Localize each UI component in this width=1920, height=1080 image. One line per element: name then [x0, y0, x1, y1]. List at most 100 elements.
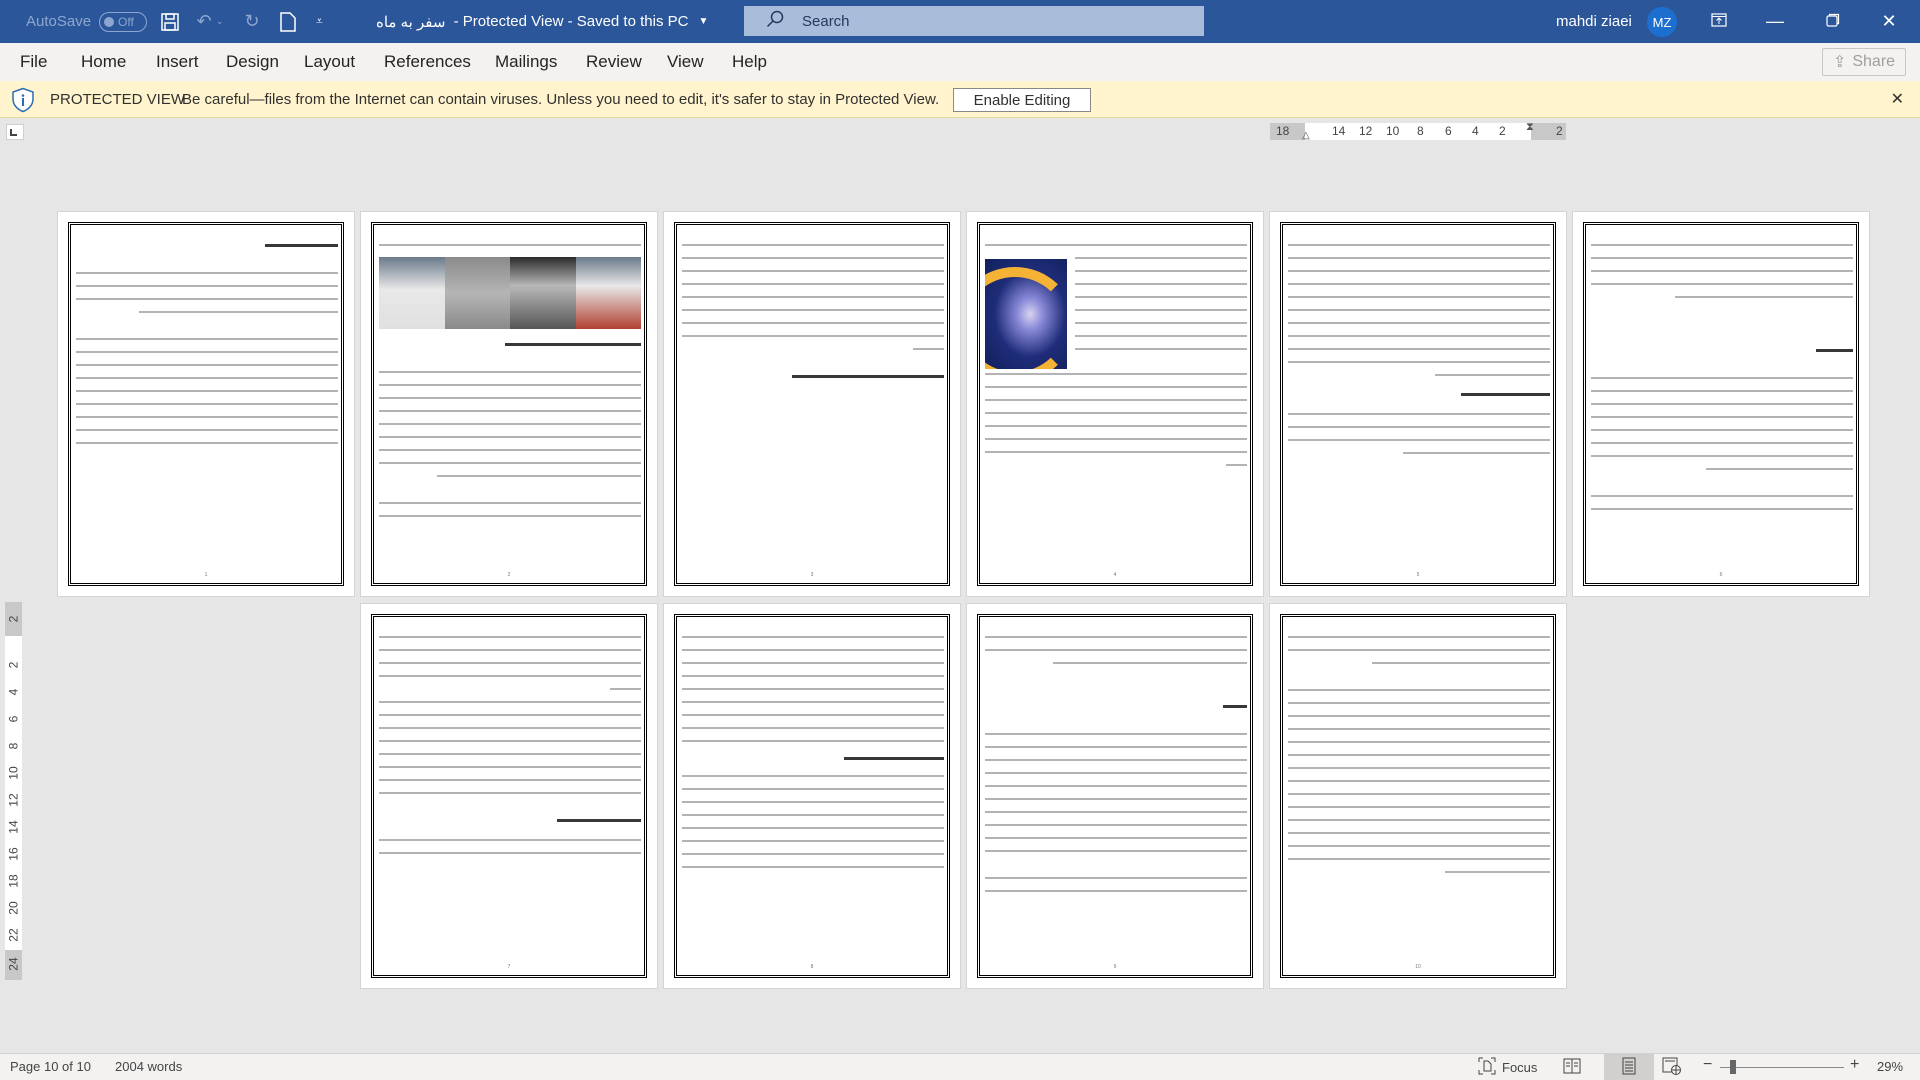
page-content: [985, 632, 1247, 958]
share-icon: ⇪: [1832, 54, 1847, 71]
print-layout-button[interactable]: [1604, 1054, 1654, 1080]
share-button[interactable]: ⇪ Share: [1822, 48, 1906, 76]
close-button[interactable]: ✕: [1866, 0, 1912, 43]
customize-dropdown-icon: ⩡: [316, 14, 323, 28]
page-content: [1288, 632, 1550, 958]
redo-icon: ↻: [244, 11, 260, 31]
section-heading: [557, 819, 641, 822]
undo-button[interactable]: ↶ ⌄: [192, 0, 224, 43]
tab-home[interactable]: Home: [81, 43, 126, 81]
section-heading: [1816, 349, 1853, 352]
page-9[interactable]: 9: [967, 604, 1263, 988]
ruler-tick: 12: [1359, 124, 1373, 138]
web-layout-button[interactable]: [1662, 1057, 1682, 1078]
page-content: [1288, 240, 1550, 566]
undo-icon: ↶: [196, 11, 212, 31]
left-indent-marker[interactable]: △: [1302, 130, 1310, 141]
user-name[interactable]: mahdi ziaei: [1556, 0, 1632, 43]
section-heading: [792, 375, 944, 378]
ruler-tick: 18: [1276, 124, 1290, 138]
word-count[interactable]: 2004 words: [115, 1059, 182, 1074]
document-canvas[interactable]: 1 2 3 4 5 6 7 8 9 10: [0, 145, 1920, 1050]
tab-design[interactable]: Design: [226, 43, 279, 81]
section-heading: [1223, 705, 1247, 708]
print-layout-icon: [1622, 1057, 1636, 1078]
zoom-out-button[interactable]: −: [1703, 1056, 1712, 1074]
redo-button[interactable]: ↻: [240, 0, 264, 43]
protected-view-message: Be careful—files from the Internet can c…: [182, 90, 940, 108]
page-5[interactable]: 5: [1270, 212, 1566, 596]
section-heading: [1460, 393, 1550, 396]
new-document-button[interactable]: [276, 0, 300, 43]
page-1[interactable]: 1: [58, 212, 354, 596]
apollo-photos-image: [379, 257, 641, 329]
new-document-icon: [276, 10, 300, 34]
zoom-in-button[interactable]: +: [1850, 1056, 1859, 1074]
save-icon: [158, 10, 182, 34]
zoom-slider[interactable]: [1720, 1067, 1844, 1068]
page-content: [1591, 240, 1853, 566]
document-status: - Protected View - Saved to this PC: [449, 13, 689, 30]
page-2[interactable]: 2: [361, 212, 657, 596]
section-heading: [844, 757, 944, 760]
focus-button[interactable]: Focus: [1478, 1057, 1537, 1078]
ruler-tick: 2: [1556, 124, 1563, 138]
page-8[interactable]: 8: [664, 604, 960, 988]
status-bar: Page 10 of 10 2004 words Focus − + 29%: [0, 1053, 1920, 1080]
tab-layout[interactable]: Layout: [304, 43, 355, 81]
focus-label: Focus: [1502, 1060, 1538, 1075]
customize-quick-access-button[interactable]: ⩡: [316, 0, 323, 43]
protected-view-title: PROTECTED VIEW: [50, 90, 186, 108]
title-dropdown-icon[interactable]: ▼: [698, 16, 708, 27]
page-6[interactable]: 6: [1573, 212, 1869, 596]
ruler-tick: 8: [1417, 124, 1424, 138]
protected-view-bar: PROTECTED VIEW Be careful—files from the…: [0, 81, 1920, 118]
restore-icon: [1826, 11, 1840, 32]
page-content: [379, 240, 641, 566]
ruler-tick: 2: [1499, 124, 1506, 138]
search-icon: [766, 10, 784, 32]
share-label: Share: [1852, 53, 1896, 70]
tab-help[interactable]: Help: [732, 43, 767, 81]
page-content: [76, 240, 338, 566]
page-indicator[interactable]: Page 10 of 10: [10, 1059, 91, 1074]
page-7[interactable]: 7: [361, 604, 657, 988]
page-number: 10: [1415, 964, 1421, 970]
horizontal-ruler[interactable]: 18 14 12 10 8 6 4 2 2 △ ⧗: [1270, 121, 1566, 141]
page-3[interactable]: 3: [664, 212, 960, 596]
avatar[interactable]: MZ: [1647, 7, 1677, 37]
save-button[interactable]: [158, 0, 182, 43]
close-bar-icon[interactable]: ✕: [1891, 89, 1904, 109]
tab-references[interactable]: References: [384, 43, 471, 81]
tab-file[interactable]: File: [20, 43, 47, 81]
autosave-control[interactable]: AutoSave Off: [26, 0, 148, 43]
page-4[interactable]: 4: [967, 212, 1263, 596]
restore-button[interactable]: [1810, 0, 1856, 43]
page-number: 9: [1113, 964, 1117, 970]
zoom-slider-thumb[interactable]: [1730, 1060, 1736, 1074]
ribbon-tabs: File Home Insert Design Layout Reference…: [0, 43, 1920, 81]
zoom-level[interactable]: 29%: [1877, 1059, 1903, 1074]
ribbon-display-options-button[interactable]: [1696, 0, 1742, 43]
tab-insert[interactable]: Insert: [156, 43, 199, 81]
tab-review[interactable]: Review: [586, 43, 642, 81]
right-indent-marker[interactable]: ⧗: [1526, 121, 1534, 134]
tab-mailings[interactable]: Mailings: [495, 43, 557, 81]
page-number: 2: [507, 572, 511, 578]
autosave-toggle[interactable]: Off: [99, 11, 148, 32]
enable-editing-button[interactable]: Enable Editing: [953, 88, 1091, 112]
document-name: سفر به ماه: [376, 13, 446, 31]
ruler-tick: 10: [1386, 124, 1400, 138]
search-box[interactable]: Search: [744, 6, 1204, 36]
close-icon: ✕: [1881, 11, 1897, 31]
tab-view[interactable]: View: [667, 43, 704, 81]
page-number: 5: [1416, 572, 1420, 578]
read-mode-button[interactable]: [1563, 1057, 1581, 1078]
title-bar: AutoSave Off ↶ ⌄ ↻ ⩡ سفر به ماه - Protect…: [0, 0, 1920, 43]
page-content: [682, 240, 944, 566]
minimize-button[interactable]: —: [1752, 0, 1798, 43]
undo-dropdown-icon: ⌄: [216, 16, 224, 26]
tab-selector[interactable]: [6, 124, 24, 140]
page-10[interactable]: 10: [1270, 604, 1566, 988]
document-title: سفر به ماه - Protected View - Saved to t…: [376, 0, 708, 43]
